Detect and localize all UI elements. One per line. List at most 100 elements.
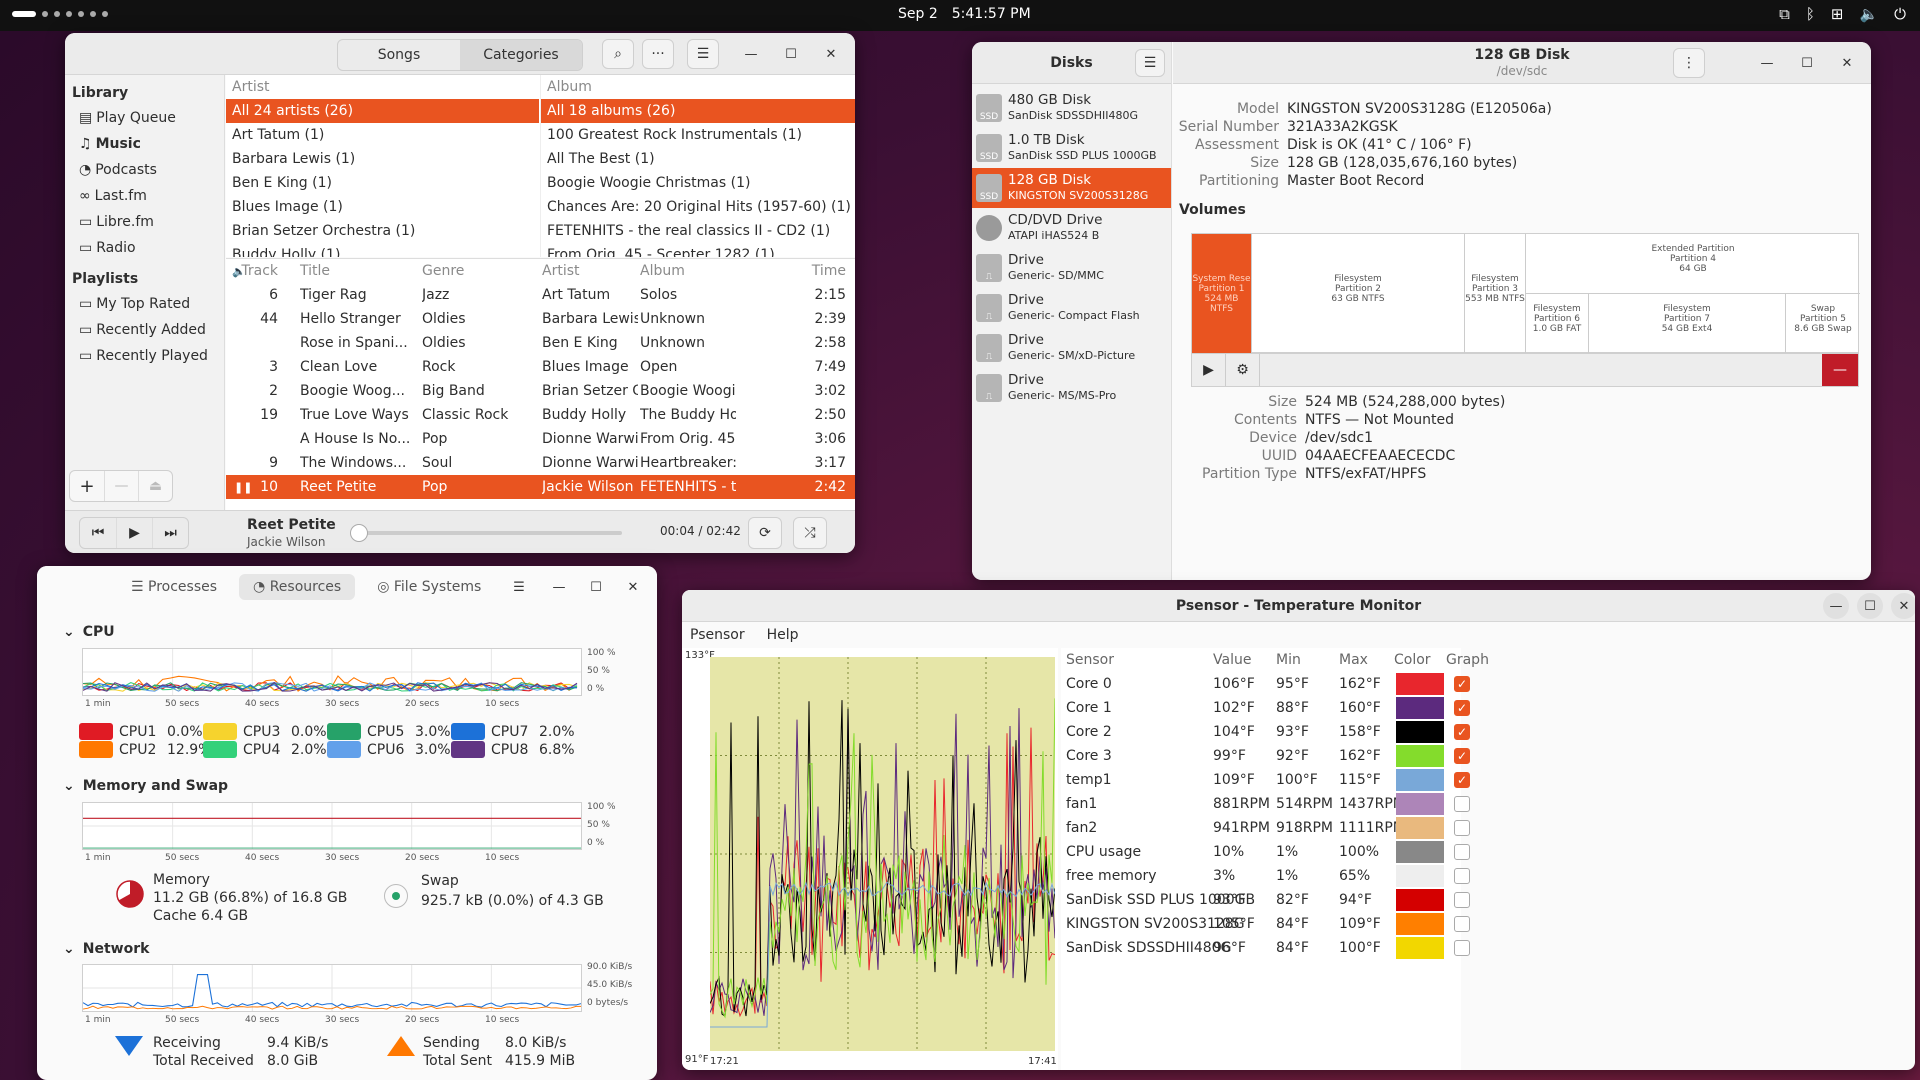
artist-row[interactable]: Brian Setzer Orchestra (1): [226, 219, 539, 243]
sidebar-item-lastfm[interactable]: ∞ Last.fm: [65, 183, 224, 209]
play-icon[interactable]: ▶: [116, 518, 152, 548]
graph-checkbox[interactable]: [1454, 916, 1470, 932]
seek-bar[interactable]: [349, 524, 622, 542]
eject-icon[interactable]: ⏏: [138, 471, 172, 501]
cpu-legend-item[interactable]: CPU7 2.0%: [451, 723, 575, 740]
sidebar-item-recently-added[interactable]: ▭ Recently Added: [65, 317, 224, 343]
minimize-button[interactable]: —: [1754, 50, 1780, 76]
sidebar-item-music[interactable]: ♫ Music: [65, 131, 224, 157]
sensor-row[interactable]: Core 0 106°F 95°F 162°F ✓: [1061, 672, 1470, 696]
minimize-button[interactable]: —: [738, 41, 764, 67]
album-row[interactable]: Chances Are: 20 Original Hits (1957-60) …: [541, 195, 855, 219]
sidebar-item-recently-played[interactable]: ▭ Recently Played: [65, 343, 224, 369]
artist-row[interactable]: Blues Image (1): [226, 195, 539, 219]
volume-icon[interactable]: 🔈: [1859, 5, 1878, 23]
sensor-color-swatch[interactable]: [1396, 841, 1444, 863]
track-row[interactable]: 19 True Love Ways Classic Rock Buddy Holly T…: [226, 403, 855, 427]
sensor-row[interactable]: SanDisk SSD PLUS 1000GB 93°F 82°F 94°F: [1061, 888, 1470, 912]
sensor-color-swatch[interactable]: [1396, 673, 1444, 695]
cpu-legend-item[interactable]: CPU2 12.9%: [79, 741, 211, 758]
column-header-value[interactable]: Value: [1213, 652, 1251, 668]
graph-checkbox[interactable]: ✓: [1454, 676, 1470, 692]
artist-row[interactable]: Art Tatum (1): [226, 123, 539, 147]
more-button[interactable]: ···: [642, 39, 674, 69]
sensor-row[interactable]: fan1 881RPM 514RPM 1437RPM: [1061, 792, 1470, 816]
cpu-color-swatch[interactable]: [79, 741, 113, 758]
sensor-row[interactable]: SanDisk SDSSDHII480G 96°F 84°F 100°F: [1061, 936, 1470, 960]
delete-partition-icon[interactable]: —: [1822, 354, 1858, 386]
cpu-section-toggle[interactable]: ⌄ CPU: [63, 624, 115, 640]
graph-checkbox[interactable]: [1454, 892, 1470, 908]
graph-checkbox[interactable]: [1454, 940, 1470, 956]
minimize-button[interactable]: —: [546, 574, 572, 600]
album-row[interactable]: All The Best (1): [541, 147, 855, 171]
sensor-color-swatch[interactable]: [1396, 865, 1444, 887]
cpu-legend-item[interactable]: CPU5 3.0%: [327, 723, 451, 740]
network-section-toggle[interactable]: ⌄ Network: [63, 941, 149, 957]
column-header-sensor[interactable]: Sensor: [1066, 652, 1114, 668]
graph-checkbox[interactable]: ✓: [1454, 748, 1470, 764]
partition-2[interactable]: Filesystem Partition 2 63 GB NTFS: [1252, 234, 1465, 354]
close-button[interactable]: ✕: [620, 574, 646, 600]
next-icon[interactable]: ⏭: [152, 518, 188, 548]
artist-row[interactable]: Ben E King (1): [226, 171, 539, 195]
partition-1[interactable]: System Rese Partition 1 524 MB NTFS: [1192, 234, 1252, 354]
sensor-row[interactable]: fan2 941RPM 918RPM 1111RPM: [1061, 816, 1470, 840]
close-button[interactable]: ✕: [818, 41, 844, 67]
cpu-legend-item[interactable]: CPU4 2.0%: [203, 741, 327, 758]
album-row[interactable]: Boogie Woogie Christmas (1): [541, 171, 855, 195]
artist-row[interactable]: Barbara Lewis (1): [226, 147, 539, 171]
sidebar-item-podcasts[interactable]: ◔ Podcasts: [65, 157, 224, 183]
shuffle-button[interactable]: ⤮: [793, 517, 827, 549]
network-icon[interactable]: ⊞: [1831, 5, 1844, 23]
tab-songs[interactable]: Songs: [338, 40, 460, 70]
maximize-button[interactable]: ☐: [778, 41, 804, 67]
sensor-row[interactable]: Core 2 104°F 93°F 158°F ✓: [1061, 720, 1470, 744]
partition-4-extended[interactable]: Extended Partition Partition 4 64 GB: [1526, 234, 1860, 294]
maximize-button[interactable]: ☐: [1794, 50, 1820, 76]
disk-list-item[interactable]: SSD 1.0 TB Disk SanDisk SSD PLUS 1000GB: [972, 128, 1171, 168]
screen-share-icon[interactable]: ⧉: [1779, 5, 1790, 23]
sidebar-item-radio[interactable]: ▭ Radio: [65, 235, 224, 261]
cpu-legend-item[interactable]: CPU1 0.0%: [79, 723, 203, 740]
bluetooth-icon[interactable]: ᛒ: [1806, 5, 1815, 23]
column-header-title[interactable]: Title: [300, 263, 330, 279]
graph-checkbox[interactable]: [1454, 844, 1470, 860]
close-button[interactable]: ✕: [1891, 593, 1915, 619]
disk-list-item[interactable]: ⎍ Drive Generic- SM/xD-Picture: [972, 328, 1171, 368]
minimize-button[interactable]: —: [1823, 593, 1849, 619]
tab-categories[interactable]: Categories: [460, 40, 582, 70]
seek-handle[interactable]: [349, 524, 368, 542]
sensor-color-swatch[interactable]: [1396, 889, 1444, 911]
system-tray[interactable]: ⧉ ᛒ ⊞ 🔈 ⏻: [1779, 5, 1906, 23]
track-row[interactable]: 3 Clean Love Rock Blues Image Open 7:49: [226, 355, 855, 379]
sensor-color-swatch[interactable]: [1396, 817, 1444, 839]
graph-checkbox[interactable]: [1454, 820, 1470, 836]
remove-icon[interactable]: —: [104, 471, 138, 501]
power-icon[interactable]: ⏻: [1894, 5, 1906, 23]
cpu-legend-item[interactable]: CPU6 3.0%: [327, 741, 451, 758]
sensor-row[interactable]: Core 1 102°F 88°F 160°F ✓: [1061, 696, 1470, 720]
sensor-row[interactable]: temp1 109°F 100°F 115°F ✓: [1061, 768, 1470, 792]
disk-list-item[interactable]: ⎍ Drive Generic- SD/MMC: [972, 248, 1171, 288]
column-header-genre[interactable]: Genre: [422, 263, 464, 279]
track-row[interactable]: 44 Hello Stranger Oldies Barbara Lewis Unkno…: [226, 307, 855, 331]
menu-help[interactable]: Help: [767, 627, 799, 643]
tab-file-systems[interactable]: ◎ File Systems: [363, 574, 495, 600]
disk-options-button[interactable]: ⋮: [1673, 48, 1705, 78]
cpu-color-swatch[interactable]: [327, 723, 361, 740]
column-header-graph[interactable]: Graph: [1446, 652, 1489, 668]
search-button[interactable]: ⌕: [602, 39, 634, 69]
album-row[interactable]: 100 Greatest Rock Instrumentals (1): [541, 123, 855, 147]
cpu-color-swatch[interactable]: [451, 741, 485, 758]
graph-checkbox[interactable]: ✓: [1454, 772, 1470, 788]
tab-processes[interactable]: ☰ Processes: [117, 574, 231, 600]
track-row[interactable]: 6 Tiger Rag Jazz Art Tatum Solos 2:15: [226, 283, 855, 307]
artist-column-header[interactable]: Artist: [226, 75, 539, 99]
menu-psensor[interactable]: Psensor: [690, 627, 745, 643]
maximize-button[interactable]: ☐: [1857, 593, 1883, 619]
disk-list-item[interactable]: ⎍ Drive Generic- MS/MS-Pro: [972, 368, 1171, 408]
sidebar-item-librefm[interactable]: ▭ Libre.fm: [65, 209, 224, 235]
track-row[interactable]: ❚❚ 10 Reet Petite Pop Jackie Wilson FETENHITS…: [226, 475, 855, 499]
column-header-min[interactable]: Min: [1276, 652, 1301, 668]
